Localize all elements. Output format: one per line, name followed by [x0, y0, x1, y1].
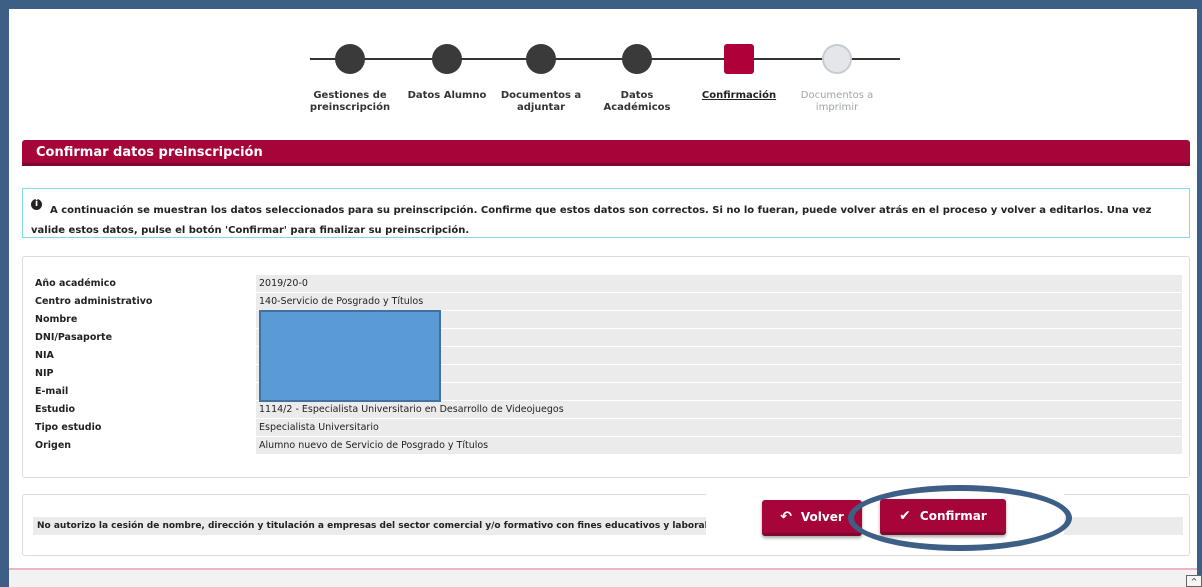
- step-done-icon: [526, 44, 556, 74]
- row-value: Especialista Universitario: [256, 419, 1182, 436]
- table-row: DNI/Pasaporte: [31, 329, 1182, 347]
- scroll-top-icon[interactable]: ^: [1186, 575, 1202, 587]
- section-header: Confirmar datos preinscripción: [22, 140, 1190, 166]
- step-datos-academicos[interactable]: Datos Académicos: [587, 38, 687, 114]
- table-row: Nombre: [31, 311, 1182, 329]
- page-title: Confirmar datos preinscripción: [36, 145, 263, 160]
- step-documentos-imprimir: Documentos a imprimir: [787, 38, 887, 114]
- table-row: Centro administrativo 140-Servicio de Pos…: [31, 293, 1182, 311]
- step-label: Gestiones de preinscripción: [309, 90, 391, 113]
- step-confirmacion[interactable]: Confirmación: [689, 38, 789, 102]
- step-label: Confirmación: [701, 90, 777, 101]
- row-label: E-mail: [31, 383, 256, 400]
- row-label: Estudio: [31, 401, 256, 418]
- window-frame-top: [0, 0, 1202, 9]
- info-text: A continuación se muestran los datos sel…: [31, 205, 1152, 236]
- step-done-icon: [335, 44, 365, 74]
- row-label: Centro administrativo: [31, 293, 256, 310]
- step-gestiones[interactable]: Gestiones de preinscripción: [300, 38, 400, 114]
- row-label: Año académico: [31, 275, 256, 292]
- row-label: NIP: [31, 365, 256, 382]
- redaction-block: [259, 310, 441, 402]
- window-frame-right: [1197, 0, 1202, 587]
- back-button-label: Volver: [800, 509, 844, 524]
- table-row: Estudio 1114/2 - Especialista Universitar…: [31, 401, 1182, 419]
- row-value: Alumno nuevo de Servicio de Posgrado y T…: [256, 437, 1182, 454]
- table-row: NIP: [31, 365, 1182, 383]
- info-icon: i: [31, 199, 42, 210]
- step-label: Documentos a adjuntar: [500, 90, 582, 113]
- step-documentos-adjuntar[interactable]: Documentos a adjuntar: [491, 38, 591, 114]
- row-label: NIA: [31, 347, 256, 364]
- summary-panel: Año académico 2019/20-0 Centro administra…: [22, 256, 1190, 478]
- row-label: Tipo estudio: [31, 419, 256, 436]
- step-done-icon: [432, 44, 462, 74]
- step-done-icon: [622, 44, 652, 74]
- step-pending-icon: [822, 44, 852, 74]
- summary-table: Año académico 2019/20-0 Centro administra…: [31, 275, 1182, 455]
- table-row: E-mail: [31, 383, 1182, 401]
- table-row: Año académico 2019/20-0: [31, 275, 1182, 293]
- step-label: Documentos a imprimir: [800, 90, 874, 113]
- window-frame-left: [0, 0, 9, 587]
- row-value: 1114/2 - Especialista Universitario en D…: [256, 401, 1182, 418]
- step-label: Datos Académicos: [603, 90, 671, 113]
- table-row: Tipo estudio Especialista Universitario: [31, 419, 1182, 437]
- step-current-icon: [724, 44, 754, 74]
- info-message: iA continuación se muestran los datos se…: [22, 188, 1190, 238]
- step-datos-alumno[interactable]: Datos Alumno: [397, 38, 497, 102]
- row-label: Origen: [31, 437, 256, 454]
- progress-stepper: Gestiones de preinscripción Datos Alumno…: [300, 38, 910, 124]
- step-label: Datos Alumno: [407, 90, 487, 101]
- row-value: 2019/20-0: [256, 275, 1182, 292]
- undo-arrow-icon: ↶: [780, 508, 792, 525]
- back-button[interactable]: ↶ Volver: [762, 500, 862, 536]
- row-value: 140-Servicio de Posgrado y Títulos: [256, 293, 1182, 310]
- table-row: NIA: [31, 347, 1182, 365]
- row-label: DNI/Pasaporte: [31, 329, 256, 346]
- highlight-ellipse: [848, 485, 1072, 551]
- row-label: Nombre: [31, 311, 256, 328]
- footer-bar: [9, 568, 1197, 587]
- table-row: Origen Alumno nuevo de Servicio de Posgra…: [31, 437, 1182, 455]
